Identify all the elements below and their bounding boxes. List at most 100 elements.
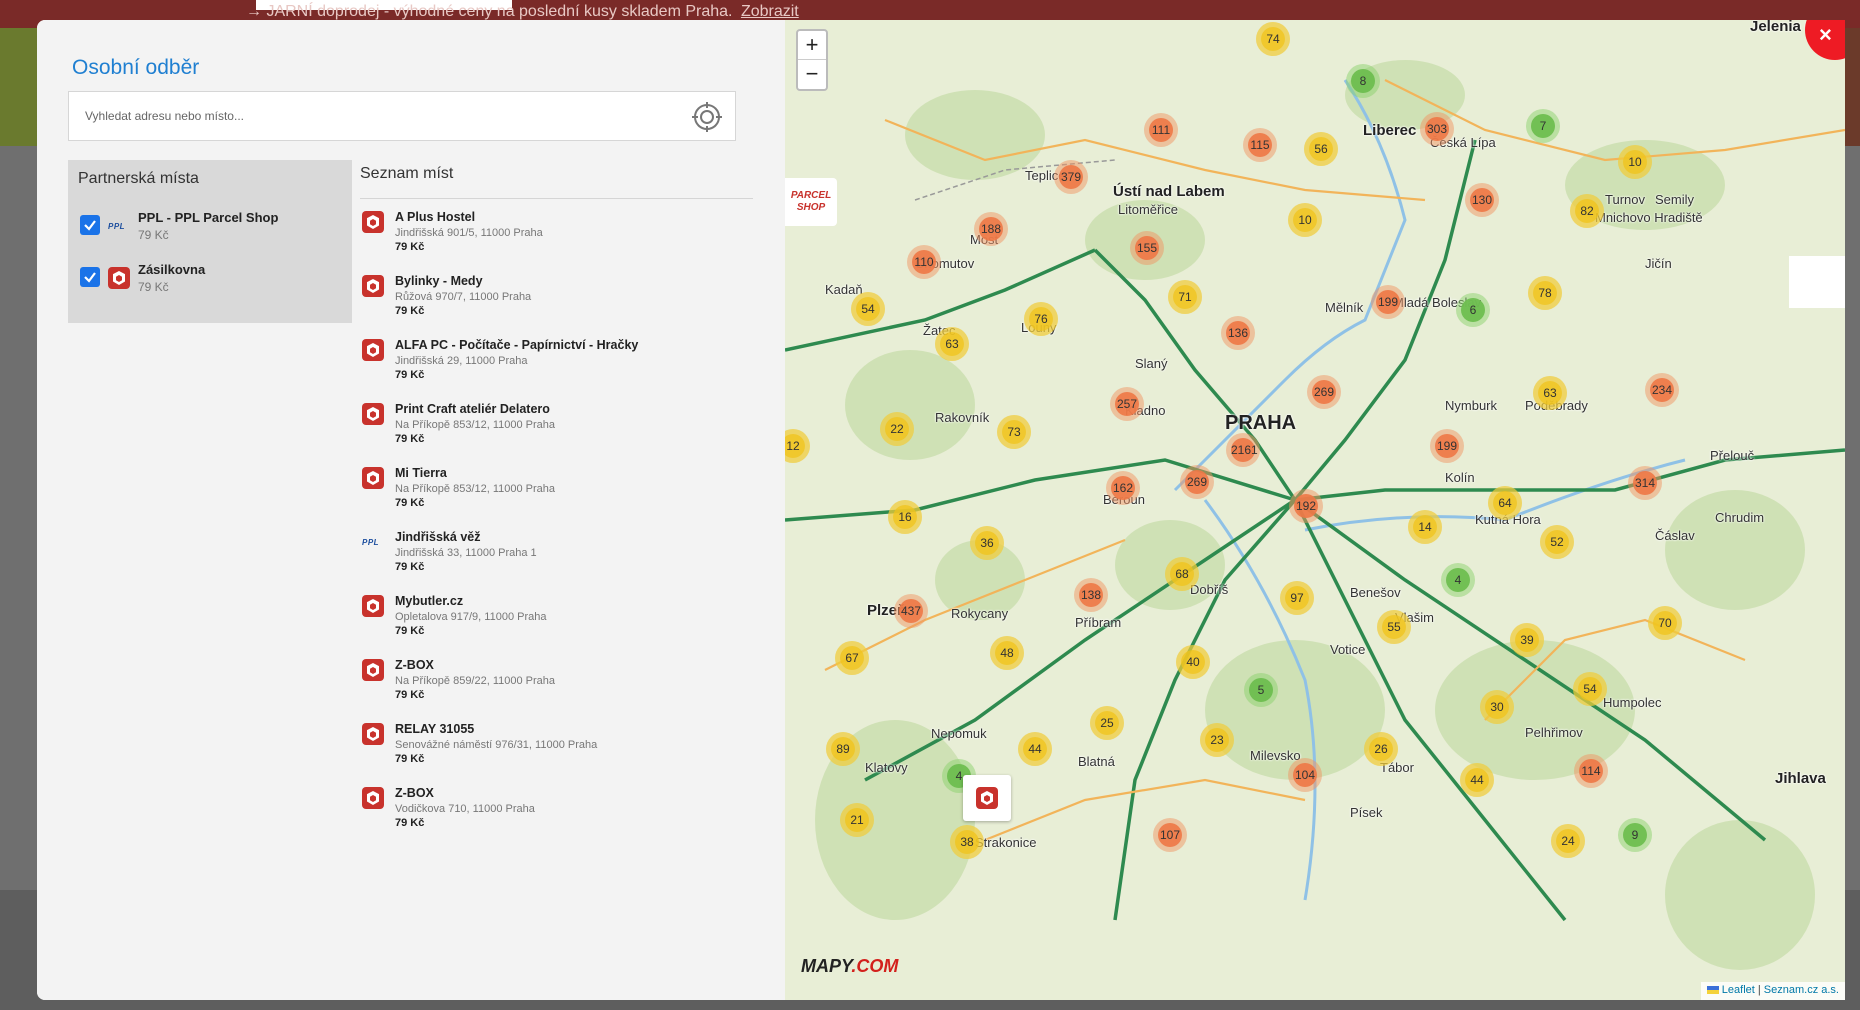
map-cluster[interactable]: 314 xyxy=(1628,466,1662,500)
map-cluster[interactable]: 2161 xyxy=(1226,433,1260,467)
map-cluster[interactable]: 269 xyxy=(1307,375,1341,409)
map-cluster[interactable]: 82 xyxy=(1570,194,1604,228)
map-cluster[interactable]: 9 xyxy=(1618,818,1652,852)
map-cluster[interactable]: 379 xyxy=(1054,160,1088,194)
promo-link[interactable]: Zobrazit xyxy=(741,3,799,20)
map-cluster[interactable]: 234 xyxy=(1645,373,1679,407)
map-cluster[interactable]: 68 xyxy=(1165,557,1199,591)
map-cluster[interactable]: 136 xyxy=(1221,316,1255,350)
map-cluster[interactable]: 303 xyxy=(1420,112,1454,146)
place-item[interactable]: ALFA PC - Počítače - Papírnictví - Hračk… xyxy=(360,338,753,388)
parcel-shop-marker[interactable]: PARCEL SHOP xyxy=(785,178,837,226)
map-cluster[interactable]: 70 xyxy=(1648,606,1682,640)
map-cluster[interactable]: 188 xyxy=(974,212,1008,246)
map-cluster[interactable]: 162 xyxy=(1106,471,1140,505)
map-cluster[interactable]: 110 xyxy=(907,245,941,279)
map-cluster[interactable]: 199 xyxy=(1430,429,1464,463)
place-item[interactable]: RELAY 31055 Senovážné náměstí 976/31, 110… xyxy=(360,722,753,772)
map-cluster[interactable]: 115 xyxy=(1243,128,1277,162)
leaflet-link[interactable]: Leaflet xyxy=(1722,984,1755,996)
zasilkovna-icon xyxy=(362,659,384,681)
map-cluster[interactable]: 23 xyxy=(1200,723,1234,757)
cluster-count: 104 xyxy=(1293,763,1317,787)
zasilkovna-marker[interactable] xyxy=(963,775,1011,821)
map-cluster[interactable]: 16 xyxy=(888,500,922,534)
map-cluster[interactable]: 5 xyxy=(1244,673,1278,707)
map-cluster[interactable]: 25 xyxy=(1090,706,1124,740)
map-cluster[interactable]: 71 xyxy=(1168,280,1202,314)
map-cluster[interactable]: 40 xyxy=(1176,645,1210,679)
map-cluster[interactable]: 104 xyxy=(1288,758,1322,792)
partner-ppl[interactable]: PPL PPL - PPL Parcel Shop 79 Kč xyxy=(80,208,340,248)
map-cluster[interactable]: 30 xyxy=(1480,690,1514,724)
map-cluster[interactable]: 192 xyxy=(1289,489,1323,523)
map-cluster[interactable]: 6 xyxy=(1456,293,1490,327)
place-item[interactable]: Mybutler.cz Opletalova 917/9, 11000 Praha… xyxy=(360,594,753,644)
map-cluster[interactable]: 10 xyxy=(1618,145,1652,179)
map-cluster[interactable]: 52 xyxy=(1540,525,1574,559)
map-cluster[interactable]: 67 xyxy=(835,641,869,675)
map-cluster[interactable]: 111 xyxy=(1144,113,1178,147)
place-address: Jindřišská 33, 11000 Praha 1 xyxy=(395,547,537,559)
map-cluster[interactable]: 55 xyxy=(1377,610,1411,644)
map-cluster[interactable]: 89 xyxy=(826,732,860,766)
map-cluster[interactable]: 114 xyxy=(1574,754,1608,788)
map-cluster[interactable]: 73 xyxy=(997,415,1031,449)
map-cluster[interactable]: 44 xyxy=(1018,732,1052,766)
map-place-label: Chrudim xyxy=(1715,510,1765,525)
map-cluster[interactable]: 56 xyxy=(1304,132,1338,166)
map-cluster[interactable]: 10 xyxy=(1288,203,1322,237)
map-cluster[interactable]: 44 xyxy=(1460,763,1494,797)
map-cluster[interactable]: 14 xyxy=(1408,510,1442,544)
seznam-link[interactable]: Seznam.cz a.s. xyxy=(1764,984,1839,996)
place-item[interactable]: PPL Jindřišská věž Jindřišská 33, 11000 Pr… xyxy=(360,530,753,580)
map-cluster[interactable]: 63 xyxy=(935,327,969,361)
place-item[interactable]: A Plus Hostel Jindřišská 901/5, 11000 Pra… xyxy=(360,210,753,260)
map-cluster[interactable]: 257 xyxy=(1110,387,1144,421)
search-input[interactable] xyxy=(85,104,665,128)
map-cluster[interactable]: 54 xyxy=(1573,672,1607,706)
place-item[interactable]: Mi Tierra Na Příkopě 853/12, 11000 Praha 7… xyxy=(360,466,753,516)
map-cluster[interactable]: 269 xyxy=(1180,465,1214,499)
map-cluster[interactable]: 8 xyxy=(1346,64,1380,98)
map-cluster[interactable]: 7 xyxy=(1526,109,1560,143)
map-cluster[interactable]: 63 xyxy=(1533,376,1567,410)
map-cluster[interactable]: 64 xyxy=(1488,486,1522,520)
map-cluster[interactable]: 130 xyxy=(1465,183,1499,217)
zasilkovna-checkbox[interactable] xyxy=(80,267,100,287)
place-item[interactable]: Z-BOX Vodičkova 710, 11000 Praha 79 Kč xyxy=(360,786,753,836)
map-place-label: Ústí nad Labem xyxy=(1113,183,1225,200)
map-cluster[interactable]: 437 xyxy=(894,594,928,628)
forest-area xyxy=(1665,490,1805,610)
map-cluster[interactable]: 22 xyxy=(880,412,914,446)
locate-me-icon[interactable] xyxy=(691,101,723,133)
place-item[interactable]: Z-BOX Na Příkopě 859/22, 11000 Praha 79 Kč xyxy=(360,658,753,708)
map-cluster[interactable]: 39 xyxy=(1510,623,1544,657)
zasilkovna-icon xyxy=(362,723,384,745)
map-view[interactable]: PRAHA Ústí nad Labem Liberec Plzeň Jelenia G… xyxy=(785,20,1845,1000)
map-cluster[interactable]: 26 xyxy=(1364,732,1398,766)
zoom-in-button[interactable]: + xyxy=(798,31,826,60)
map-cluster[interactable]: 21 xyxy=(840,803,874,837)
map-cluster[interactable]: 48 xyxy=(990,636,1024,670)
map-cluster[interactable]: 24 xyxy=(1551,824,1585,858)
map-cluster[interactable]: 199 xyxy=(1371,285,1405,319)
map-cluster[interactable]: 38 xyxy=(950,825,984,859)
map-cluster[interactable]: 78 xyxy=(1528,276,1562,310)
map-cluster[interactable]: 107 xyxy=(1153,818,1187,852)
map-cluster[interactable]: 36 xyxy=(970,526,1004,560)
map-cluster[interactable]: 74 xyxy=(1256,22,1290,56)
partner-zasilkovna[interactable]: Zásilkovna 79 Kč xyxy=(80,260,340,300)
map-cluster[interactable]: 97 xyxy=(1280,581,1314,615)
map-cluster[interactable]: 155 xyxy=(1130,231,1164,265)
ppl-checkbox[interactable] xyxy=(80,215,100,235)
place-item[interactable]: Bylinky - Medy Růžová 970/7, 11000 Praha 7… xyxy=(360,274,753,324)
place-name: A Plus Hostel xyxy=(395,210,476,224)
map-cluster[interactable]: 54 xyxy=(851,292,885,326)
place-item[interactable]: Print Craft ateliér Delatero Na Příkopě 8… xyxy=(360,402,753,452)
map-cluster[interactable]: 76 xyxy=(1024,302,1058,336)
map-cluster[interactable]: 4 xyxy=(1441,563,1475,597)
map-cluster[interactable]: 138 xyxy=(1074,578,1108,612)
cluster-count: 70 xyxy=(1653,611,1677,635)
zoom-out-button[interactable]: − xyxy=(798,60,826,89)
